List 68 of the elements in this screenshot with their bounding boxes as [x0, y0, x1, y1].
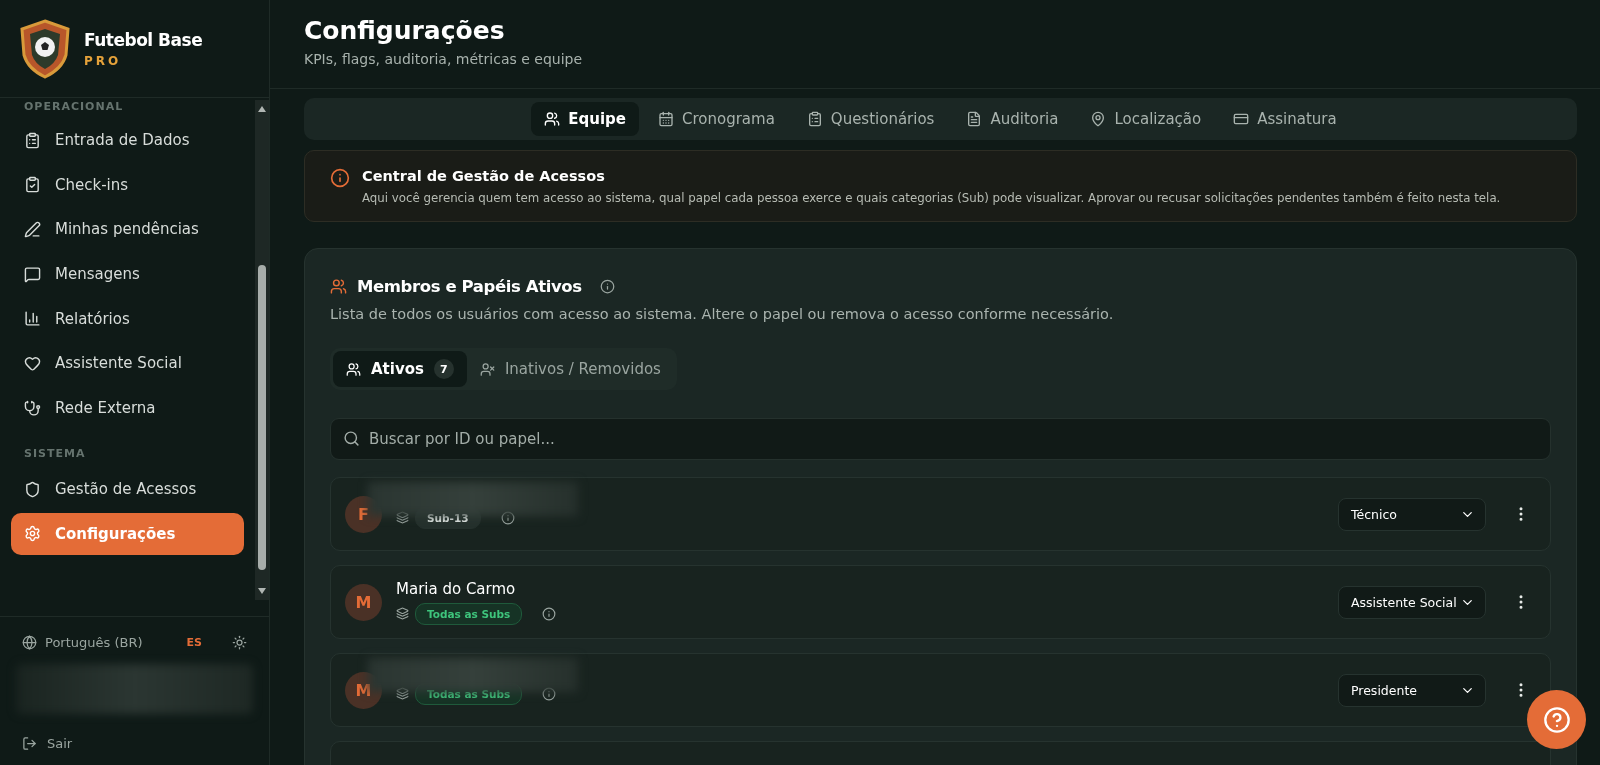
card-description: Lista de todos os usuários com acesso ao sistema. Altere o papel ou remova o acesso conforme necessário.: [330, 306, 1115, 322]
sidebar-item[interactable]: Assistente Social: [11, 342, 244, 385]
logout-icon: [22, 736, 37, 751]
info-icon: [330, 168, 350, 188]
logout-link[interactable]: Sair: [22, 736, 247, 751]
sidebar-item[interactable]: Gestão de Acessos: [11, 468, 244, 511]
sidebar-item[interactable]: Check-ins: [11, 163, 244, 206]
users-icon: [330, 278, 347, 295]
settings-tab[interactable]: Equipe: [531, 102, 639, 136]
clipboard-icon: [24, 131, 41, 149]
sidebar-item[interactable]: Relatórios: [11, 297, 244, 340]
credit-card-icon: [1233, 111, 1250, 127]
scrollbar[interactable]: [255, 100, 269, 600]
card-title: Membros e Papéis Ativos: [357, 277, 582, 296]
language-selector[interactable]: Português (BR): [45, 635, 179, 650]
stethoscope-icon: [24, 399, 41, 417]
help-icon: [1542, 705, 1571, 734]
section-heading: SISTEMA: [23, 447, 87, 461]
filter-tab[interactable]: Inativos / Removidos: [466, 351, 674, 387]
globe-icon: [22, 635, 37, 650]
clipboard-icon: [806, 111, 823, 127]
sidebar-item[interactable]: Mensagens: [11, 253, 244, 296]
count-badge: 7: [433, 359, 454, 379]
clipboard-check-icon: [24, 176, 41, 194]
section-heading: OPERACIONAL: [23, 100, 125, 113]
settings-tab[interactable]: Cronograma: [644, 102, 788, 136]
document-icon: [966, 111, 983, 127]
category-tag: Todas as Subs: [415, 602, 523, 625]
search-field[interactable]: Buscar por ID ou papel...: [330, 418, 1551, 460]
bar-chart-icon: [24, 310, 41, 328]
shield-icon: [24, 480, 41, 498]
pen-icon: [24, 220, 41, 238]
brand-tier-label: PRO: [84, 53, 123, 68]
info-icon[interactable]: [599, 279, 615, 294]
settings-icon: [24, 525, 41, 543]
notice-title: Central de Gestão de Acessos: [362, 168, 606, 184]
page-title: Configurações: [304, 16, 506, 45]
sidebar-item[interactable]: Entrada de Dados: [11, 119, 244, 161]
role-select[interactable]: Presidente: [1338, 673, 1486, 707]
calendar-icon: [657, 111, 674, 127]
notice-text: Aqui você gerencia quem tem acesso ao sistema, qual papel cada pessoa exerce e quais categorias (Sub) pode visualizar. Aprovar ou recusar solicitações pendentes também é feito nesta tela.: [362, 191, 1501, 205]
brand-name: Futebol Base: [84, 29, 203, 50]
sidebar-item[interactable]: Minhas pendências: [11, 208, 244, 251]
info-icon[interactable]: [542, 606, 557, 621]
filter-tab[interactable]: Ativos 7: [333, 351, 467, 387]
member-name: Maria do Carmo: [396, 579, 517, 598]
settings-tab[interactable]: Assinatura: [1220, 102, 1350, 136]
role-select[interactable]: Assistente Social: [1338, 585, 1486, 619]
filter-label: Inativos / Removidos: [504, 360, 661, 378]
filter-label: Ativos: [371, 360, 424, 378]
layers-icon: [396, 607, 409, 620]
map-pin-icon: [1090, 111, 1107, 127]
sun-icon[interactable]: [232, 635, 247, 650]
settings-tab[interactable]: Localização: [1077, 102, 1215, 136]
users-icon: [544, 111, 561, 127]
sidebar-item[interactable]: Rede Externa: [11, 387, 244, 430]
page-subtitle: KPIs, flags, auditoria, métricas e equipe: [304, 51, 584, 67]
avatar: M: [345, 583, 382, 621]
users-icon: [346, 361, 361, 377]
search-icon: [343, 430, 360, 447]
settings-tab[interactable]: Auditoria: [953, 102, 1072, 136]
settings-tab[interactable]: Questionários: [793, 102, 948, 136]
role-select[interactable]: Técnico: [1338, 497, 1486, 531]
user-x-icon: [479, 361, 495, 377]
language-option[interactable]: ES: [186, 636, 202, 649]
message-icon: [24, 265, 41, 283]
shield-logo: [18, 18, 72, 79]
heart-icon: [24, 354, 41, 372]
